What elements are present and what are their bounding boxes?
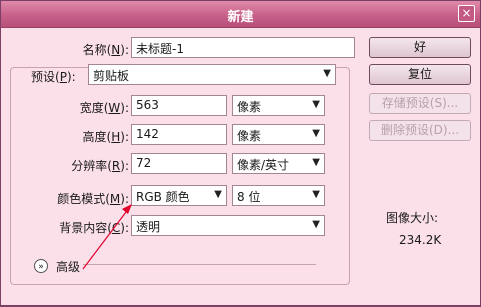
height-label-post: ): [120, 130, 129, 144]
dialog-title: 新建 [227, 10, 254, 25]
name-label-pre: 名称( [82, 43, 112, 57]
bit-depth-value: 8 位 [237, 190, 261, 204]
chevron-down-icon: ▼ [312, 189, 320, 200]
background-label-key: C [111, 221, 121, 235]
height-unit-select[interactable]: 像素 ▼ [232, 124, 325, 145]
height-label: 高度(H): [41, 128, 129, 145]
resolution-label-pre: 分辨率( [71, 159, 112, 173]
preset-label-pre: 预设( [31, 70, 60, 84]
background-label: 背景内容(C): [19, 219, 129, 236]
width-input[interactable]: 563 [131, 95, 227, 116]
close-icon[interactable]: × [458, 5, 475, 22]
advanced-divider [83, 264, 316, 265]
double-chevron-down-icon[interactable]: » [34, 259, 48, 273]
name-input[interactable]: 未标题-1 [131, 37, 355, 58]
resolution-label: 分辨率(R): [31, 157, 129, 174]
delete-preset-button[interactable]: 删除预设(D)... [369, 120, 471, 141]
resolution-unit-value: 像素/英寸 [237, 158, 290, 172]
chevron-down-icon: ▼ [312, 157, 320, 168]
background-label-post: ): [120, 221, 129, 235]
color-mode-value: RGB 颜色 [136, 190, 190, 204]
chevron-down-icon: ▼ [323, 68, 331, 79]
background-select[interactable]: 透明 ▼ [131, 215, 325, 236]
width-unit-value: 像素 [237, 100, 262, 114]
title-bar[interactable]: 新建 × [1, 1, 480, 28]
background-label-pre: 背景内容( [59, 221, 112, 235]
bit-depth-select[interactable]: 8 位 ▼ [232, 185, 325, 206]
preset-label-key: P [59, 70, 67, 84]
resolution-label-post: ): [120, 159, 129, 173]
height-label-key: H [111, 130, 121, 144]
resolution-label-key: R [111, 159, 121, 173]
chevron-down-icon: ▼ [214, 189, 222, 200]
color-mode-label-pre: 颜色模式( [57, 192, 110, 206]
chevron-down-icon: ▼ [312, 219, 320, 230]
width-label: 宽度(W): [41, 99, 129, 116]
image-size-label: 图像大小: [386, 211, 439, 225]
height-input[interactable]: 142 [131, 124, 227, 145]
preset-label: 预设(P): [27, 68, 80, 85]
height-label-pre: 高度( [82, 130, 112, 144]
ok-button[interactable]: 好 [369, 37, 471, 58]
chevron-down-icon: ▼ [312, 99, 320, 110]
width-label-key: W [108, 101, 121, 115]
width-label-pre: 宽度( [79, 101, 109, 115]
image-size-value: 234.2K [399, 233, 442, 247]
color-mode-select[interactable]: RGB 颜色 ▼ [131, 185, 227, 206]
name-label-key: N [111, 43, 121, 57]
name-label-post: ): [120, 43, 129, 57]
save-preset-button[interactable]: 存储预设(S)... [369, 93, 471, 114]
preset-value: 剪贴板 [93, 69, 130, 83]
height-unit-value: 像素 [237, 129, 262, 143]
width-unit-select[interactable]: 像素 ▼ [232, 95, 325, 116]
preset-select[interactable]: 剪贴板 ▼ [88, 64, 336, 85]
background-value: 透明 [136, 220, 161, 234]
preset-label-post: ): [66, 70, 76, 84]
width-label-post: ): [120, 101, 129, 115]
reset-button[interactable]: 复位 [369, 64, 471, 85]
resolution-input[interactable]: 72 [131, 153, 227, 174]
resolution-unit-select[interactable]: 像素/英寸 ▼ [232, 153, 325, 174]
name-label: 名称(N): [41, 41, 129, 58]
chevron-down-icon: ▼ [312, 128, 320, 139]
new-document-dialog: 新建 × 名称(N): 未标题-1 预设(P): 剪贴板 ▼ 宽度(W): 56… [0, 0, 481, 306]
color-mode-label-post: ): [120, 192, 129, 206]
color-mode-label-key: M [109, 192, 121, 206]
color-mode-label: 颜色模式(M): [19, 190, 129, 207]
advanced-label[interactable]: 高级 [56, 258, 80, 275]
